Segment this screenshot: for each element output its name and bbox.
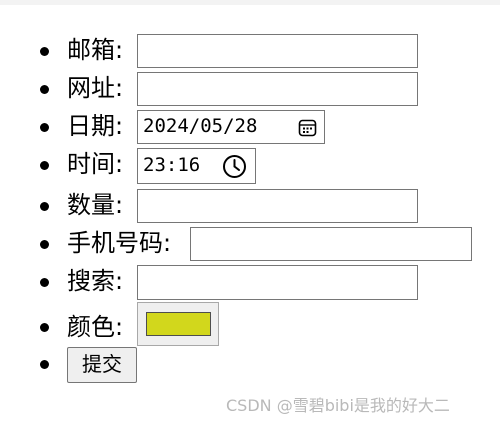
search-label: 搜索: <box>67 267 124 295</box>
search-input[interactable] <box>137 265 418 300</box>
bullet <box>40 47 49 56</box>
watermark: CSDN @雪碧bibi是我的好大二 <box>226 396 450 415</box>
phone-label: 手机号码: <box>67 229 172 257</box>
color-swatch <box>146 312 211 336</box>
date-field[interactable]: 2024/05/28 <box>137 110 325 144</box>
bullet <box>40 278 49 287</box>
bullet <box>40 123 49 132</box>
url-label: 网址: <box>67 74 124 102</box>
color-picker[interactable] <box>137 302 219 346</box>
number-label: 数量: <box>67 191 124 219</box>
email-label: 邮箱: <box>67 36 124 64</box>
bullet <box>40 161 49 170</box>
time-field[interactable]: 23:16 <box>137 148 256 184</box>
top-edge-bar <box>0 0 500 5</box>
date-value: 2024/05/28 <box>143 115 258 137</box>
bullet <box>40 323 49 332</box>
time-value: 23:16 <box>143 154 201 176</box>
number-field[interactable] <box>137 189 418 223</box>
submit-button[interactable]: 提交 <box>67 347 137 383</box>
bullet <box>40 360 49 369</box>
clock-icon[interactable] <box>222 154 247 179</box>
date-label: 日期: <box>67 112 124 140</box>
color-label: 颜色: <box>67 313 124 341</box>
bullet <box>40 240 49 249</box>
calendar-icon[interactable] <box>298 118 317 137</box>
url-field[interactable] <box>137 72 418 106</box>
phone-field[interactable] <box>190 227 472 261</box>
time-label: 时间: <box>67 150 124 178</box>
bullet <box>40 85 49 94</box>
email-field[interactable] <box>137 34 418 68</box>
bullet <box>40 202 49 211</box>
